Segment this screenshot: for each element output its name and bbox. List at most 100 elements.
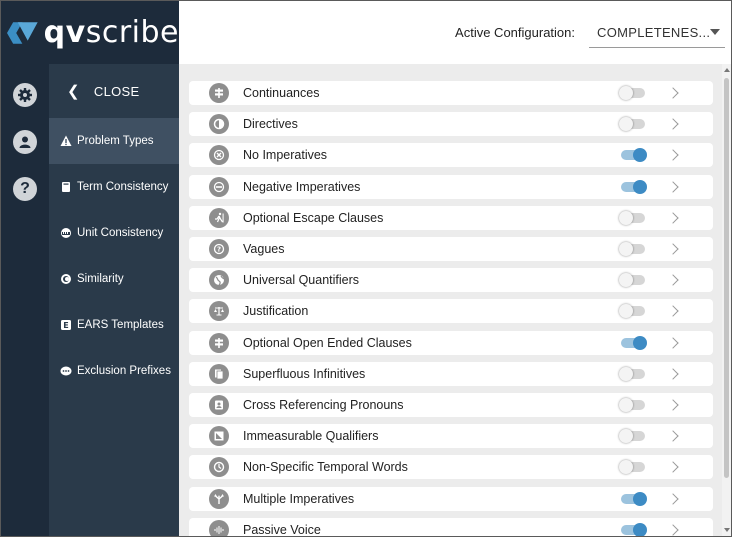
nav-item-label: Similarity [77,273,124,285]
nav-item-ears-templates[interactable]: E EARS Templates [49,302,179,348]
account-button[interactable] [13,130,37,154]
chevron-right-icon[interactable] [667,336,679,349]
chevron-right-icon[interactable] [667,399,679,411]
question-icon: ? [209,239,229,259]
problem-type-row[interactable]: ? Vagues [189,237,713,261]
problem-type-row[interactable]: Multiple Imperatives [189,486,713,511]
svg-text:?: ? [217,246,221,254]
problem-type-row[interactable]: Negative Imperatives [189,174,713,199]
problem-type-row[interactable]: Superfluous Infinitives [189,361,713,386]
problem-type-row[interactable]: Optional Open Ended Clauses [189,330,713,355]
warning-icon [59,134,73,148]
nav-item-exclusion-prefixes[interactable]: Exclusion Prefixes [49,348,179,394]
configuration-select[interactable]: COMPLETENES... [589,18,725,48]
problem-type-label: Vagues [243,242,285,256]
enable-toggle[interactable] [621,179,647,194]
scroll-thumb[interactable] [724,78,729,478]
chevron-left-icon: ❮ [67,83,80,100]
chevron-right-icon[interactable] [667,430,679,442]
chevron-right-icon[interactable] [667,274,679,286]
enable-toggle[interactable] [619,304,645,319]
toggle-knob [619,460,633,475]
chevron-right-icon[interactable] [667,461,679,474]
help-button[interactable]: ? [13,177,37,201]
enable-toggle[interactable] [619,242,645,256]
problem-type-row[interactable]: Justification [189,299,713,324]
user-icon [19,136,31,148]
globe-icon [209,270,229,291]
toggle-knob [619,429,633,444]
nav-item-label: Exclusion Prefixes [77,365,171,377]
chevron-right-icon[interactable] [667,212,679,224]
chevron-right-icon[interactable] [667,243,679,255]
problem-type-row[interactable]: Continuances [189,81,713,105]
nav-item-unit-consistency[interactable]: Unit Consistency [49,210,179,256]
enable-toggle[interactable] [621,491,647,506]
close-button[interactable]: ❮ CLOSE [49,64,179,118]
scrollbar[interactable] [722,64,731,536]
enable-toggle[interactable] [619,460,645,475]
enable-toggle[interactable] [621,522,647,536]
book-icon [59,180,73,194]
problem-type-row[interactable]: Universal Quantifiers [189,268,713,293]
chevron-right-icon[interactable] [667,305,679,318]
problem-type-row[interactable]: Optional Escape Clauses [189,205,713,230]
enable-toggle[interactable] [619,429,645,444]
chevron-right-icon[interactable] [667,149,679,162]
problem-type-row[interactable]: Non-Specific Temporal Words [189,455,713,480]
problem-type-label: Optional Escape Clauses [243,210,384,225]
settings-button[interactable] [13,83,37,107]
problem-type-label: Multiple Imperatives [243,491,355,506]
similarity-icon [59,272,73,286]
nav-item-term-consistency[interactable]: Term Consistency [49,164,179,210]
problem-type-row[interactable]: Passive Voice [189,517,713,536]
close-label: CLOSE [93,83,140,99]
enable-toggle[interactable] [619,210,645,225]
enable-toggle[interactable] [619,366,645,381]
enable-toggle[interactable] [621,148,647,163]
nav-item-similarity[interactable]: Similarity [49,256,179,302]
problem-type-row[interactable]: Immeasurable Qualifiers [189,424,713,449]
nav-item-problem-types[interactable]: Problem Types [49,118,179,164]
enable-toggle[interactable] [619,86,645,100]
chevron-right-icon[interactable] [667,180,679,193]
toggle-knob [619,242,633,256]
chevron-right-icon[interactable] [667,524,679,536]
enable-toggle[interactable] [619,117,645,132]
problem-type-label: Optional Open Ended Clauses [243,335,412,350]
app-window: qvscribe Active Configuration: COMPLETEN… [0,0,732,537]
enable-toggle[interactable] [621,335,647,350]
problem-type-label: Negative Imperatives [243,179,361,194]
nav-item-label: Unit Consistency [77,227,164,239]
configuration-value: COMPLETENES... [597,24,711,40]
chevron-right-icon[interactable] [667,368,679,380]
enable-toggle[interactable] [619,398,645,412]
scroll-up-icon[interactable] [724,68,730,72]
logo-text: qvscribe [43,15,179,50]
running-person-icon [209,207,229,228]
chevron-right-icon[interactable] [667,118,679,130]
scroll-down-icon[interactable] [724,528,730,532]
ruler-icon [59,226,73,240]
problem-type-row[interactable]: Cross Referencing Pronouns [189,393,713,417]
problem-type-row[interactable]: No Imperatives [189,143,713,168]
x-circle-icon [209,145,229,166]
toggle-knob [633,522,647,536]
logo-mark-icon [7,21,38,44]
header: Active Configuration: COMPLETENES... [179,1,731,64]
problem-type-label: No Imperatives [243,148,328,163]
minus-circle-icon [209,176,229,197]
nav-item-label: EARS Templates [77,319,164,331]
chart-icon [209,426,229,447]
enable-toggle[interactable] [619,273,645,288]
chat-icon [59,364,73,378]
scales-icon [209,301,229,322]
nav-item-label: Term Consistency [77,181,169,193]
problem-type-label: Universal Quantifiers [243,273,360,288]
chevron-right-icon[interactable] [667,87,679,99]
toggle-knob [619,210,633,225]
split-arrows-icon [209,488,229,509]
chevron-right-icon[interactable] [667,492,679,505]
problem-type-row[interactable]: Directives [189,112,713,137]
nav-item-label: Problem Types [77,135,154,147]
